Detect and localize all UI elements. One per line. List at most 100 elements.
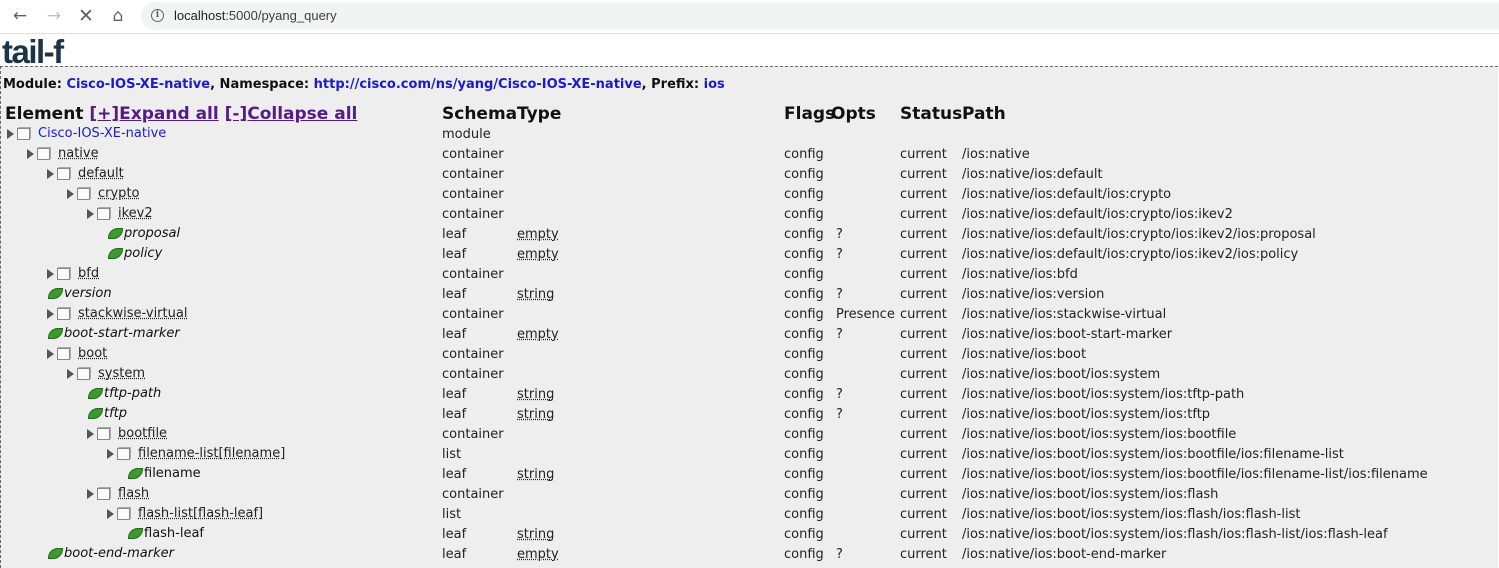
leaf-icon xyxy=(48,288,63,299)
opts-header: Opts xyxy=(831,104,876,124)
module-frame: Module: Cisco-IOS-XE-native, Namespace: … xyxy=(0,66,1498,568)
node-name-link[interactable]: ikev2 xyxy=(118,206,153,221)
path-cell: /ios:native/ios:boot/ios:system/ios:flas… xyxy=(962,527,1388,542)
node-name-link[interactable]: flash-list[flash-leaf] xyxy=(138,506,263,521)
node-name-link[interactable]: filename-list[filename] xyxy=(138,446,285,461)
url-path: :5000/pyang_query xyxy=(225,8,337,23)
schema-cell: leaf xyxy=(442,227,467,242)
table-row: crypto container config current/ios:native/… xyxy=(1,185,1498,205)
expand-triangle-icon[interactable] xyxy=(27,148,34,159)
element-cell: flash xyxy=(87,486,149,501)
folder-icon xyxy=(57,267,70,280)
leaf-name: tftp-path xyxy=(104,386,162,401)
schema-cell: container xyxy=(442,307,504,322)
expand-triangle-icon[interactable] xyxy=(47,168,54,179)
flags-cell: config xyxy=(784,227,824,242)
expand-triangle-icon[interactable] xyxy=(107,448,114,459)
expand-triangle-icon[interactable] xyxy=(87,208,94,219)
leaf-name: policy xyxy=(124,246,163,261)
folder-icon xyxy=(97,427,110,440)
table-row: native container config current/ios:native xyxy=(1,145,1498,165)
expand-triangle-icon[interactable] xyxy=(87,488,94,499)
forward-arrow-icon[interactable]: → xyxy=(42,4,66,28)
path-cell: /ios:native/ios:boot/ios:system/ios:flas… xyxy=(962,487,1219,502)
expand-triangle-icon[interactable] xyxy=(107,508,114,519)
node-name-link[interactable]: bfd xyxy=(78,266,99,281)
status-cell: current xyxy=(900,407,947,422)
status-cell: current xyxy=(900,467,947,482)
node-name-link[interactable]: boot xyxy=(78,346,107,361)
table-row: policy leaf empty config? current/ios:native… xyxy=(1,245,1498,265)
path-cell: /ios:native/ios:boot-end-marker xyxy=(962,547,1167,562)
type-header: Type xyxy=(517,104,562,124)
opts-cell: Presence xyxy=(836,307,895,322)
type-cell: string xyxy=(517,387,555,402)
table-row: bootfile container config current/ios:nativ… xyxy=(1,425,1498,445)
schema-cell: container xyxy=(442,187,504,202)
expand-triangle-icon[interactable] xyxy=(67,368,74,379)
table-row: ikev2 container config current/ios:native/i… xyxy=(1,205,1498,225)
flags-cell: config xyxy=(784,367,824,382)
path-header: Path xyxy=(962,104,1006,124)
address-bar[interactable]: i localhost:5000/pyang_query xyxy=(141,2,1499,30)
stop-loading-icon[interactable]: ✕ xyxy=(74,4,98,28)
node-name-link[interactable]: stackwise-virtual xyxy=(78,306,187,321)
node-name-link[interactable]: default xyxy=(78,166,124,181)
namespace-link[interactable]: http://cisco.com/ns/yang/Cisco-IOS-XE-na… xyxy=(314,77,642,92)
expand-triangle-icon[interactable] xyxy=(47,308,54,319)
schema-header: Schema xyxy=(442,104,518,124)
table-row: bfd container config current/ios:native/ios… xyxy=(1,265,1498,285)
path-cell: /ios:native/ios:stackwise-virtual xyxy=(962,307,1167,322)
node-name-link[interactable]: Cisco-IOS-XE-native xyxy=(38,126,166,141)
node-name-link[interactable]: bootfile xyxy=(118,426,167,441)
status-cell: current xyxy=(900,167,947,182)
table-row: tftp leaf string config? current/ios:native/… xyxy=(1,405,1498,425)
opts-cell: ? xyxy=(836,387,843,402)
table-row: boot container config current/ios:native/io… xyxy=(1,345,1498,365)
leaf-name: boot-end-marker xyxy=(64,546,174,561)
expand-triangle-icon[interactable] xyxy=(67,188,74,199)
table-row: filename-list[filename] list config current… xyxy=(1,445,1498,465)
opts-cell: ? xyxy=(836,247,843,262)
element-cell: boot-start-marker xyxy=(48,326,180,341)
module-name-link[interactable]: Cisco-IOS-XE-native xyxy=(66,77,210,92)
home-icon[interactable]: ⌂ xyxy=(106,4,130,28)
back-arrow-icon[interactable]: ← xyxy=(8,4,32,28)
table-row: Cisco-IOS-XE-native module xyxy=(1,125,1498,145)
expand-triangle-icon[interactable] xyxy=(47,268,54,279)
flags-cell: config xyxy=(784,187,824,202)
path-cell: /ios:native xyxy=(962,147,1030,162)
schema-cell: leaf xyxy=(442,407,467,422)
element-cell: filename-list[filename] xyxy=(107,446,285,461)
schema-cell: leaf xyxy=(442,547,467,562)
element-cell: flash-leaf xyxy=(128,526,204,541)
schema-cell: leaf xyxy=(442,287,467,302)
expand-triangle-icon[interactable] xyxy=(7,128,14,139)
node-name-link[interactable]: system xyxy=(98,366,145,381)
node-name-link[interactable]: native xyxy=(58,146,99,161)
flags-cell: config xyxy=(784,327,824,342)
info-icon[interactable]: i xyxy=(151,9,164,22)
collapse-all-link[interactable]: [-]Collapse all xyxy=(225,104,358,124)
path-cell: /ios:native/ios:default/ios:crypto xyxy=(962,187,1172,202)
url-text[interactable]: localhost:5000/pyang_query xyxy=(174,8,337,23)
schema-cell: container xyxy=(442,207,504,222)
type-cell: empty xyxy=(517,327,559,342)
node-name-link[interactable]: crypto xyxy=(98,186,140,201)
leaf-icon xyxy=(48,548,63,559)
leaf-name: filename xyxy=(144,466,201,481)
leaf-name: boot-start-marker xyxy=(64,326,180,341)
prefix-link[interactable]: ios xyxy=(704,77,725,92)
path-cell: /ios:native/ios:version xyxy=(962,287,1105,302)
folder-icon xyxy=(57,307,70,320)
expand-triangle-icon[interactable] xyxy=(87,428,94,439)
expand-triangle-icon[interactable] xyxy=(47,348,54,359)
status-cell: current xyxy=(900,487,947,502)
path-cell: /ios:native/ios:bfd xyxy=(962,267,1078,282)
element-cell: version xyxy=(48,286,112,301)
opts-cell: ? xyxy=(836,287,843,302)
schema-cell: leaf xyxy=(442,247,467,262)
flags-cell: config xyxy=(784,447,824,462)
node-name-link[interactable]: flash xyxy=(118,486,149,501)
expand-all-link[interactable]: [+]Expand all xyxy=(89,104,218,124)
